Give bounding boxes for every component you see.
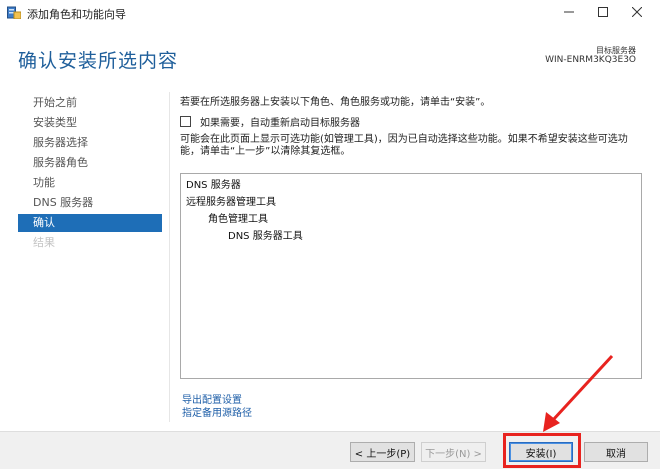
nav-item-confirmation[interactable]: 确认 xyxy=(18,214,162,232)
feature-item: 角色管理工具 xyxy=(208,214,268,225)
title-bar: 添加角色和功能向导 xyxy=(0,0,660,26)
server-manager-icon xyxy=(7,6,21,19)
cancel-button[interactable]: 取消 xyxy=(584,442,648,462)
feature-item: 远程服务器管理工具 xyxy=(186,197,276,208)
alternate-source-link[interactable]: 指定备用源路径 xyxy=(182,404,252,419)
install-highlight-box xyxy=(503,433,581,468)
nav-item-server-selection[interactable]: 服务器选择 xyxy=(18,134,162,152)
nav-item-installation-type[interactable]: 安装类型 xyxy=(18,114,162,132)
nav-item-results: 结果 xyxy=(33,236,55,249)
nav-item-features[interactable]: 功能 xyxy=(18,174,162,192)
page-title: 确认安装所选内容 xyxy=(18,50,179,72)
feature-item: DNS 服务器 xyxy=(186,180,241,191)
restart-checkbox-label[interactable]: 如果需要，自动重新启动目标服务器 xyxy=(200,114,360,129)
nav-item-dns-server[interactable]: DNS 服务器 xyxy=(18,194,162,212)
next-button: 下一步(N) > xyxy=(421,442,486,462)
nav-item-server-roles[interactable]: 服务器角色 xyxy=(18,154,162,172)
close-button[interactable] xyxy=(620,0,654,24)
restart-option[interactable]: 如果需要，自动重新启动目标服务器 xyxy=(180,114,360,129)
nav-item-before-you-begin[interactable]: 开始之前 xyxy=(18,94,162,112)
minimize-button[interactable] xyxy=(552,0,586,24)
wizard-nav: 开始之前 安装类型 服务器选择 服务器角色 功能 DNS 服务器 确认 结果 xyxy=(18,94,162,254)
feature-item: DNS 服务器工具 xyxy=(228,231,303,242)
window-title: 添加角色和功能向导 xyxy=(27,8,126,21)
nav-divider xyxy=(169,92,170,422)
minimize-icon xyxy=(564,11,574,13)
maximize-button[interactable] xyxy=(586,0,620,24)
close-icon xyxy=(632,7,642,17)
restart-checkbox[interactable] xyxy=(180,116,191,127)
target-server-name: WIN-ENRM3KQ3E3O xyxy=(545,55,636,65)
intro-text: 若要在所选服务器上安装以下角色、角色服务或功能，请单击“安装”。 xyxy=(180,97,491,108)
maximize-icon xyxy=(598,7,608,17)
previous-button[interactable]: < 上一步(P) xyxy=(350,442,415,462)
selected-features-list[interactable]: DNS 服务器 远程服务器管理工具 角色管理工具 DNS 服务器工具 xyxy=(180,173,642,379)
optional-features-notice: 可能会在此页面上显示可选功能(如管理工具)，因为已自动选择这些功能。如果不希望安… xyxy=(180,134,628,157)
